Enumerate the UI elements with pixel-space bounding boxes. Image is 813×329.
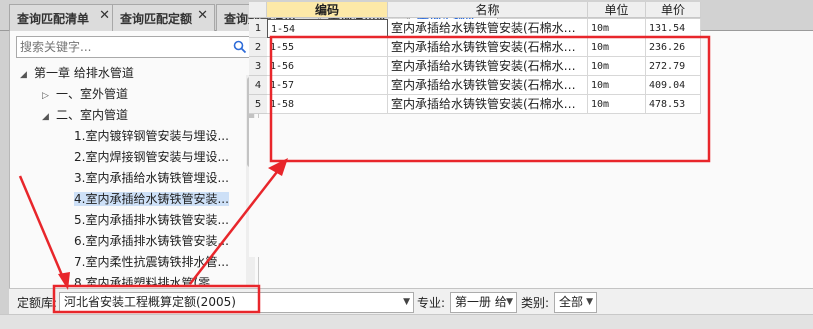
tree-node-label: 1.室内镀锌钢管安装与埋设... [74, 129, 229, 143]
expand-arrow-icon[interactable]: ▷ [42, 86, 56, 107]
chapter-tree: ◢ 第一章 给排水管道 ▷ 一、室外管道 ◢ 二、室内管道 1.室内镀锌钢管安装与埋设...… [10, 63, 242, 287]
row-number[interactable]: 1 [249, 19, 267, 38]
tab-label: 查询匹配定额 [120, 11, 193, 26]
close-icon[interactable]: ✕ [197, 8, 208, 23]
tree-node[interactable]: 7.室内柔性抗震铸铁排水管... [74, 252, 229, 273]
tree-node[interactable]: 4.室内承插给水铸铁管安装... [74, 189, 229, 210]
tree-node[interactable]: ◢ 第一章 给排水管道 [20, 63, 134, 84]
cell-price[interactable]: 131.54 [646, 19, 701, 38]
cell-unit[interactable]: 10m [588, 95, 646, 114]
status-bar [0, 314, 813, 329]
cell-code[interactable]: 1-58 [267, 95, 388, 114]
cell-name[interactable]: 室内承插给水铸铁管安装(石棉水… [388, 57, 588, 76]
tree-node-label: 2.室内焊接钢管安装与埋设... [74, 150, 229, 164]
cell-name[interactable]: 室内承插给水铸铁管安装(石棉水… [388, 19, 588, 38]
tree-node-label: 7.室内柔性抗震铸铁排水管... [74, 255, 229, 269]
tab-label: 查询匹配清单 [17, 11, 90, 26]
cell-name[interactable]: 室内承插给水铸铁管安装(石棉水… [388, 76, 588, 95]
cell-price[interactable]: 236.26 [646, 38, 701, 57]
table-empty-area [249, 118, 804, 257]
library-select-value: 河北省安装工程概算定额(2005) [64, 295, 236, 309]
collapse-arrow-icon[interactable]: ◢ [42, 107, 56, 128]
cell-code[interactable]: 1-56 [267, 57, 388, 76]
chevron-down-icon: ▼ [506, 297, 513, 307]
close-icon[interactable]: ✕ [99, 8, 110, 23]
cell-unit[interactable]: 10m [588, 19, 646, 38]
category-select[interactable]: 全部 ▼ [554, 292, 597, 313]
tree-node-label: 5.室内承插排水铸铁管安装... [74, 213, 229, 227]
chevron-down-icon: ▼ [586, 297, 593, 307]
library-select[interactable]: 河北省安装工程概算定额(2005) ▼ [59, 292, 414, 313]
tree-node[interactable]: 8.室内承插塑料排水管(零... [74, 273, 222, 287]
cell-price[interactable]: 272.79 [646, 57, 701, 76]
tree-node-label: 二、室内管道 [56, 108, 129, 122]
column-header-unit[interactable]: 单位 [588, 2, 646, 18]
specialty-select-value: 第一册 给 [455, 295, 507, 309]
category-select-value: 全部 [559, 295, 584, 309]
specialty-label: 专业: [417, 296, 446, 310]
search-icon[interactable] [233, 40, 247, 54]
tree-node[interactable]: 1.室内镀锌钢管安装与埋设... [74, 126, 229, 147]
column-header-code[interactable]: 编码 [267, 2, 388, 18]
cell-price[interactable]: 478.53 [646, 95, 701, 114]
tree-node-label: 第一章 给排水管道 [34, 66, 134, 80]
chevron-down-icon: ▼ [403, 297, 410, 307]
specialty-select[interactable]: 第一册 给 ▼ [450, 292, 517, 313]
tree-node[interactable]: 6.室内承插排水铸铁管安装... [74, 231, 229, 252]
tree-node-label: 8.室内承插塑料排水管(零... [74, 276, 222, 287]
tab-1[interactable]: 查询匹配清单 ✕ [9, 4, 117, 31]
cell-unit[interactable]: 10m [588, 57, 646, 76]
cell-name[interactable]: 室内承插给水铸铁管安装(石棉水… [388, 95, 588, 114]
quota-table: 编码 名称 单位 单价 1 1-54 室内承插给水铸铁管安装(石棉水… 10m 131.54 2 1… [249, 2, 701, 116]
row-number[interactable]: 2 [249, 38, 267, 57]
left-edge-strip [0, 31, 9, 329]
cell-code[interactable]: 1-57 [267, 76, 388, 95]
tab-2[interactable]: 查询匹配定额 ✕ [112, 4, 215, 31]
row-number[interactable]: 4 [249, 76, 267, 95]
collapse-arrow-icon[interactable]: ◢ [20, 65, 34, 86]
tree-node[interactable]: 2.室内焊接钢管安装与埋设... [74, 147, 229, 168]
cell-unit[interactable]: 10m [588, 38, 646, 57]
filter-bar: 定额库: 河北省安装工程概算定额(2005) ▼ 专业: 第一册 给 ▼ 类别:… [9, 288, 813, 314]
cell-code[interactable]: 1-54 [267, 19, 388, 38]
row-number[interactable]: 5 [249, 95, 267, 114]
tree-node[interactable]: ▷ 一、室外管道 [42, 84, 128, 105]
tree-node-label: 3.室内承插给水铸铁管埋设... [74, 171, 229, 185]
tree-node[interactable]: 3.室内承插给水铸铁管埋设... [74, 168, 229, 189]
row-number[interactable]: 3 [249, 57, 267, 76]
category-label: 类别: [521, 296, 550, 310]
cell-price[interactable]: 409.04 [646, 76, 701, 95]
cell-code[interactable]: 1-55 [267, 38, 388, 57]
tree-node-label: 6.室内承插排水铸铁管安装... [74, 234, 229, 248]
row-number-header [249, 2, 267, 18]
search-input[interactable] [17, 37, 227, 57]
tree-node[interactable]: 5.室内承插排水铸铁管安装... [74, 210, 229, 231]
cell-unit[interactable]: 10m [588, 76, 646, 95]
tree-node-label: 4.室内承插给水铸铁管安装... [74, 192, 229, 206]
tree-node-label: 一、室外管道 [56, 87, 129, 101]
column-header-name[interactable]: 名称 [388, 2, 588, 18]
cell-name[interactable]: 室内承插给水铸铁管安装(石棉水… [388, 38, 588, 57]
search-box[interactable] [16, 36, 253, 58]
library-label: 定额库: [17, 296, 58, 310]
tree-node[interactable]: ◢ 二、室内管道 [42, 105, 128, 126]
column-header-price[interactable]: 单价 [646, 2, 701, 18]
